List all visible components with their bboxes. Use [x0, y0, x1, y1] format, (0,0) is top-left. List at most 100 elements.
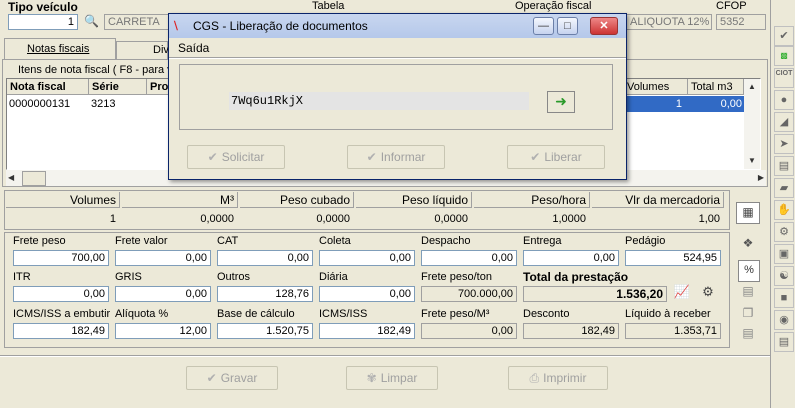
col-serie[interactable]: Série	[89, 79, 147, 95]
operacao-fiscal-label: Operação fiscal	[515, 0, 592, 12]
box-icon[interactable]: ■	[774, 288, 794, 308]
frete-peso-input[interactable]: 700,00	[13, 250, 109, 266]
check-toolbar-icon[interactable]: ✔	[774, 26, 794, 46]
row-nota: 0000000131	[9, 98, 71, 110]
aliquota-input[interactable]: 12,00	[115, 323, 211, 339]
col-volumes[interactable]: Volumes	[624, 79, 688, 95]
bag-icon[interactable]: ◉	[774, 310, 794, 330]
tipo-veiculo-label: Tipo veículo	[8, 0, 78, 14]
doc-arrow-icon[interactable]: ➤	[774, 134, 794, 154]
desconto-field: 182,49	[523, 323, 619, 339]
coleta-label: Coleta	[319, 235, 351, 247]
limpar-button[interactable]: ✾ Limpar	[346, 366, 438, 390]
hand-icon[interactable]: ✋	[774, 200, 794, 220]
check-icon: ✔	[207, 150, 218, 164]
pedagio-input[interactable]: 524,95	[625, 250, 721, 266]
diaria-input[interactable]: 0,00	[319, 286, 415, 302]
icms-embutir-label: ICMS/ISS a embutir	[13, 308, 111, 320]
circle-icon[interactable]: ●	[774, 90, 794, 110]
total-prestacao-label: Total da prestação	[523, 270, 629, 284]
table-row[interactable]: 0000000131 3213	[7, 96, 169, 112]
solicitar-button[interactable]: ✔ Solicitar	[187, 145, 285, 169]
printer-icon: ⎙	[529, 371, 540, 385]
minimize-button[interactable]: —	[533, 17, 554, 35]
col-pro[interactable]: Pro	[147, 79, 169, 95]
ciot-label: CIOT	[775, 70, 793, 77]
dialog-menu-saida[interactable]: Saída	[178, 41, 209, 55]
percent-doc-icon[interactable]: %	[738, 260, 760, 282]
icms-iss-label: ICMS/ISS	[319, 308, 368, 320]
dialog-titlebar[interactable]: ⧵ CGS - Liberação de documentos — □ ✕	[169, 14, 626, 38]
file-icon[interactable]: ▤	[774, 156, 794, 176]
frete-peso-m3-label: Frete peso/M³	[421, 308, 490, 320]
frete-peso-label: Frete peso	[13, 235, 66, 247]
note-icon[interactable]: ▤	[738, 326, 758, 344]
eraser-icon[interactable]: ◢	[774, 112, 794, 132]
liquido-receber-field: 1.353,71	[625, 323, 721, 339]
base-calculo-label: Base de cálculo	[217, 308, 295, 320]
row-volumes: 1	[675, 98, 682, 110]
gravar-button[interactable]: ✔ Gravar	[186, 366, 278, 390]
summary-header-vlr-mercadoria: Vlr da mercadoria	[592, 192, 724, 208]
aliquota-label: Alíquota %	[115, 308, 169, 320]
vertical-scrollbar[interactable]: ▲ ▼	[744, 79, 760, 169]
liberar-button[interactable]: ✔ Liberar	[507, 145, 605, 169]
itr-input[interactable]: 0,00	[13, 286, 109, 302]
summary-value-peso-cubado: 0,0000	[316, 213, 350, 225]
calc-settings-icon[interactable]: ⚙	[698, 284, 718, 302]
col-total-m3[interactable]: Total m3	[688, 79, 744, 95]
gnre-icon[interactable]: ▩	[774, 46, 794, 66]
copy-icon[interactable]: ❐	[738, 306, 758, 324]
gris-input[interactable]: 0,00	[115, 286, 211, 302]
ciot-button[interactable]: CIOT	[774, 68, 794, 88]
paper-icon[interactable]: ▤	[774, 332, 794, 352]
imprimir-button[interactable]: ⎙ Imprimir	[508, 366, 608, 390]
gris-label: GRIS	[115, 271, 142, 283]
informar-label: Informar	[380, 150, 426, 164]
frete-valor-input[interactable]: 0,00	[115, 250, 211, 266]
money-icon[interactable]: ▣	[774, 244, 794, 264]
tab-div[interactable]: Div	[116, 41, 169, 60]
itr-label: ITR	[13, 271, 31, 283]
people-icon[interactable]: ☯	[774, 266, 794, 286]
despacho-input[interactable]: 0,00	[421, 250, 517, 266]
summary-header-peso-cubado: Peso cubado	[240, 192, 354, 208]
liquido-receber-label: Líquido à receber	[625, 308, 711, 320]
informar-button[interactable]: ✔ Informar	[347, 145, 445, 169]
cfop-field: 5352	[716, 14, 766, 30]
table-row-selected[interactable]: 1 0,00	[624, 96, 744, 112]
bottom-separator	[0, 355, 770, 357]
binoculars-icon[interactable]: 🔍	[84, 14, 102, 30]
solicitar-label: Solicitar	[221, 150, 265, 164]
cat-input[interactable]: 0,00	[217, 250, 313, 266]
summary-header-peso-hora: Peso/hora	[474, 192, 590, 208]
close-button[interactable]: ✕	[590, 17, 618, 35]
tipo-veiculo-code-input[interactable]: 1	[8, 14, 78, 30]
go-arrow-button[interactable]: ➜	[547, 91, 575, 113]
doc-list-icon[interactable]: ▤	[738, 284, 758, 304]
calculator-icon[interactable]: ▦	[736, 202, 760, 224]
summary-header-peso-liquido: Peso líquido	[356, 192, 472, 208]
base-calculo-input[interactable]: 1.520,75	[217, 323, 313, 339]
frete-peso-m3-field: 0,00	[421, 323, 517, 339]
gear-icon[interactable]: ⚙	[774, 222, 794, 242]
cat-label: CAT	[217, 235, 239, 247]
maximize-button[interactable]: □	[557, 17, 578, 35]
side-tool-icon[interactable]: ❖	[738, 236, 758, 256]
receipt-icon[interactable]: 📈	[672, 284, 692, 302]
col-nota-fiscal[interactable]: Nota fiscal	[7, 79, 89, 95]
summary-value-m3: 0,0000	[200, 213, 234, 225]
code-input[interactable]: 7Wq6u1RkjX	[229, 92, 529, 110]
coleta-input[interactable]: 0,00	[319, 250, 415, 266]
cfop-label: CFOP	[716, 0, 747, 12]
tab-notas-fiscais[interactable]: Notas fiscais	[4, 38, 116, 60]
imprimir-label: Imprimir	[543, 371, 587, 385]
summary-value-peso-liquido: 0,0000	[434, 213, 468, 225]
icms-iss-input[interactable]: 182,49	[319, 323, 415, 339]
outros-input[interactable]: 128,76	[217, 286, 313, 302]
truck-icon[interactable]: ▰	[774, 178, 794, 198]
entrega-input[interactable]: 0,00	[523, 250, 619, 266]
summary-header-volumes: Volumes	[6, 192, 120, 208]
check-icon: ✔	[206, 371, 217, 385]
icms-embutir-input[interactable]: 182,49	[13, 323, 109, 339]
